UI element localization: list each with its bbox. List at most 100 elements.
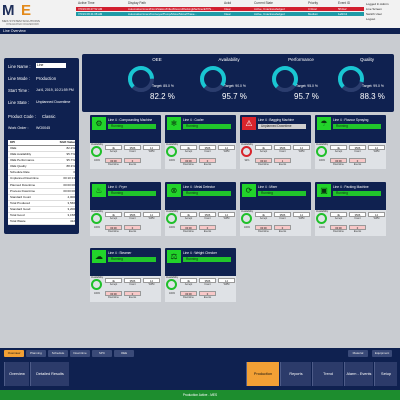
events-caption: Events (128, 230, 137, 233)
count-caption: Count (354, 217, 361, 220)
machine-title: Line 4 : Weight Checker (183, 251, 217, 255)
kpi-name: Total Produced (10, 200, 31, 205)
tab-equipment[interactable]: Equipment (372, 349, 392, 357)
alarm-time: 7/6/19 08:47:52 AM (78, 7, 103, 11)
kpi-header-value: Shift Value (59, 140, 75, 144)
accept-caption: Accept (334, 150, 343, 153)
footer-trend-button[interactable]: Trend (312, 362, 343, 386)
machine-stats: Availability 100% 4k Accept 3566 Count 14 WPM 00… (165, 276, 236, 302)
alarm-state: Active, Unacknowledged (254, 12, 285, 16)
footer-nav: Overview Detailed Results Production Report… (0, 358, 400, 390)
kpi-table-body: OEE 82.2% OEE Availability 95.7% OEE Perform… (8, 146, 75, 226)
alarm-row[interactable]: 7/6/19 08:41:08 AM Automation/Line1/Conv… (76, 12, 364, 16)
machine-title: Line 4 : Fryer (108, 185, 127, 189)
footer-detailed-results-button[interactable]: Detailed Results (30, 362, 69, 386)
events-caption: Events (278, 230, 287, 233)
machine-stats: Availability 100% 4k Accept 3566 Count 14 WPM 00… (165, 210, 236, 236)
machine-stats: Availability 92% 4k Accept 3566 Count 14 WPM 00:… (240, 143, 311, 169)
events-caption: Events (278, 163, 287, 166)
accept-caption: Accept (334, 217, 343, 220)
gauge-target: Target: 90.0 % (224, 84, 246, 88)
machine-status: Running (108, 257, 156, 262)
machine-title: Line 4 : Cooler (183, 118, 204, 122)
kpi-value: 4,000 (67, 194, 75, 199)
logout-link[interactable]: Logout (366, 17, 396, 22)
availability-ring (316, 213, 327, 224)
line-name-field[interactable]: Line (36, 63, 66, 68)
alarm-header-time: Active Time (78, 1, 95, 5)
wpm-caption: WPM (223, 150, 230, 153)
wpm-caption: WPM (223, 283, 230, 286)
gauge-value: 88.3 % (360, 92, 385, 101)
kpi-row: Total Waste 412 (8, 219, 75, 226)
count-caption: Count (204, 283, 211, 286)
machine-stats: Availability 100% 4k Accept 3566 Count 14 WPM 00… (90, 210, 161, 236)
alarm-time: 7/6/19 08:41:08 AM (78, 12, 103, 16)
line-state-row: Line State : Unplanned Downtime (8, 100, 70, 105)
gauge-dial (200, 66, 226, 92)
tab-planning[interactable]: Planning (26, 349, 46, 357)
start-time-row: Start Time : Jul 6, 2019, 10:21:59 PM (8, 88, 74, 93)
company-logo: M E MES SYSTEM SOLUTIONS INTEGRATED FRAM… (2, 2, 40, 26)
tab-oee[interactable]: OEE (114, 349, 134, 357)
kpi-value: 00:10:13 (63, 176, 75, 181)
gauge-value: 82.2 % (150, 92, 175, 101)
events-caption: Events (203, 163, 212, 166)
line-name-label: Line Name : (8, 64, 31, 69)
machine-title: Line 4 : Bagging Machine (258, 118, 294, 122)
kpi-value: 88.3% (66, 164, 75, 169)
tab-overview[interactable]: Overview (4, 349, 24, 357)
alarm-path: Automation/Line4/NomiStation/Filter/Reco… (128, 7, 214, 11)
downtime-caption: Downtime (108, 296, 119, 299)
tab-schedule[interactable]: Schedule (48, 349, 68, 357)
availability-value: 100% (168, 159, 176, 162)
kpi-value: 95.7% (66, 158, 75, 163)
alarm-row[interactable]: 7/6/19 08:47:52 AM Automation/Line4/Nomi… (76, 7, 364, 11)
gauge-dial (128, 66, 154, 92)
footer-overview-button[interactable]: Overview (4, 362, 29, 386)
footer-setup-button[interactable]: Setup (374, 362, 397, 386)
machine-status: Running (108, 124, 156, 129)
availability-value: 100% (168, 226, 176, 229)
accept-caption: Accept (259, 217, 268, 220)
machine-stats: Availability 100% 4k Accept 3566 Count 14 WPM 00… (165, 143, 236, 169)
events-caption: Events (203, 296, 212, 299)
count-caption: Count (129, 150, 136, 153)
kpi-value: 00:00:00 (63, 182, 75, 187)
events-caption: Events (203, 230, 212, 233)
tab-downtime[interactable]: Downtime (70, 349, 90, 357)
accept-caption: Accept (109, 217, 118, 220)
accept-caption: Accept (184, 283, 193, 286)
machine-title: Line 4 : Flavour Spraying (333, 118, 369, 122)
gauge-dial (272, 66, 298, 92)
kpi-name: Total Waste (10, 219, 26, 224)
work-order-row: Work Order : WO0045 (8, 126, 50, 130)
machine-stats: Availability 100% 4k Accept 3566 Count 14 WPM 00… (315, 143, 386, 169)
alarm-table[interactable]: Active Time Display Path Ackd Current St… (76, 1, 364, 16)
footer-reports-button[interactable]: Reports (280, 362, 311, 386)
tab-spc[interactable]: SPC (92, 349, 112, 357)
availability-ring (316, 146, 327, 157)
kpi-value: 3,566 (67, 200, 75, 205)
availability-ring (91, 146, 102, 157)
line-state-label: Line State : (8, 100, 30, 105)
tab-material[interactable]: Material (348, 349, 368, 357)
footer-alarm-events-button[interactable]: Alarm - Events (344, 362, 373, 386)
kpi-name: Schedule Rate (10, 170, 30, 175)
alarm-priority: Critical (308, 7, 317, 11)
work-order-label: Work Order : (8, 126, 29, 130)
kpi-name: Standard Good (10, 206, 31, 211)
alarm-header-id: Event ID (338, 1, 351, 5)
availability-ring (241, 213, 252, 224)
machine-stats: Availability 100% 4k Accept 3566 Count 14 WPM 00… (240, 210, 311, 236)
kpi-gauge-quality: Quality Target: 99.0 % 88.3 % (332, 56, 400, 110)
wpm-caption: WPM (148, 217, 155, 220)
wpm-caption: WPM (223, 217, 230, 220)
alarm-table-header: Active Time Display Path Ackd Current St… (76, 1, 364, 6)
line-mode-value: Production (36, 76, 57, 81)
top-bar: M E MES SYSTEM SOLUTIONS INTEGRATED FRAM… (0, 0, 400, 29)
footer-production-button[interactable]: Production (246, 362, 279, 386)
machine-title: Line 4 : Mixer (258, 185, 278, 189)
machine-stats: Availability 100% 4k Accept 3566 Count 14 WPM 00… (90, 276, 161, 302)
logo-subtitle-2: INTEGRATED FRAMEWORK (6, 23, 40, 26)
